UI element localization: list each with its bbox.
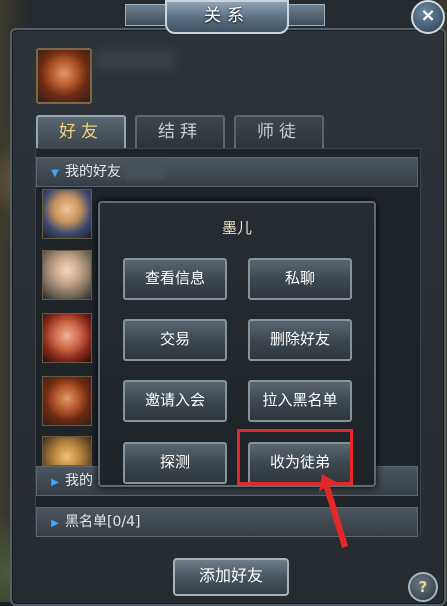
window-title: 关系 xyxy=(165,0,289,34)
player-avatar xyxy=(36,48,92,104)
private-chat-button[interactable]: 私聊 xyxy=(248,258,352,300)
help-icon[interactable]: ? xyxy=(408,572,438,602)
red-arrow-icon xyxy=(319,474,348,548)
group-label: 我的好友 xyxy=(65,164,121,180)
friend-avatar xyxy=(42,436,92,466)
title-wing-right xyxy=(283,4,325,26)
group-my-friends[interactable]: ▼ 我的好友 xyxy=(36,157,418,187)
expand-right-icon: ▶ xyxy=(51,518,59,529)
tab-master-apprentice[interactable]: 师徒 xyxy=(234,115,324,151)
friend-avatar xyxy=(42,376,92,426)
group-count-redacted xyxy=(125,165,166,179)
probe-button[interactable]: 探测 xyxy=(123,442,227,484)
friend-avatar xyxy=(42,189,92,239)
group-label: 黑名单[0/4] xyxy=(65,514,141,530)
add-blacklist-button[interactable]: 拉入黑名单 xyxy=(248,380,352,422)
friend-avatar xyxy=(42,250,92,300)
close-icon[interactable]: × xyxy=(411,0,445,34)
invite-guild-button[interactable]: 邀请入会 xyxy=(123,380,227,422)
expand-down-icon: ▼ xyxy=(51,168,59,179)
trade-button[interactable]: 交易 xyxy=(123,319,227,361)
title-wing-left xyxy=(125,4,167,26)
friend-avatar xyxy=(42,313,92,363)
expand-right-icon: ▶ xyxy=(51,477,59,488)
delete-friend-button[interactable]: 删除好友 xyxy=(248,319,352,361)
add-friend-button[interactable]: 添加好友 xyxy=(173,558,289,596)
group-blacklist[interactable]: ▶ 黑名单[0/4] xyxy=(36,507,418,537)
player-name-redacted xyxy=(95,50,175,70)
menu-title: 墨儿 xyxy=(221,219,252,237)
tab-sworn-brothers[interactable]: 结拜 xyxy=(135,115,225,151)
group-label: 我的 xyxy=(65,473,93,489)
tab-friends[interactable]: 好友 xyxy=(36,115,126,151)
view-info-button[interactable]: 查看信息 xyxy=(123,258,227,300)
